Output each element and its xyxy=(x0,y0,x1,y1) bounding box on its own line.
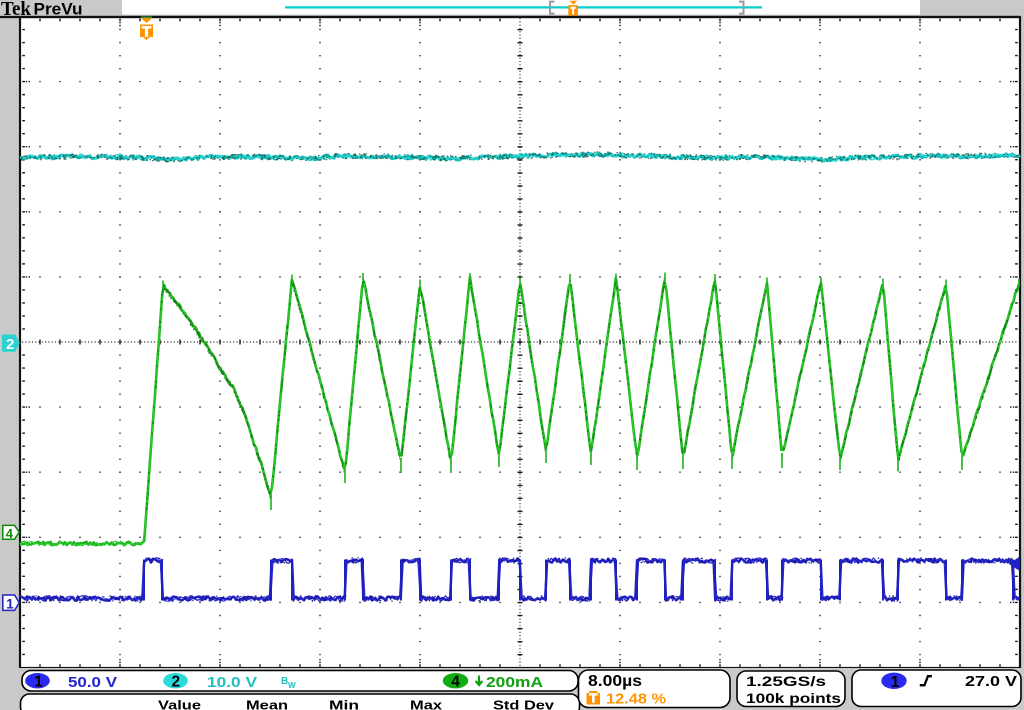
svg-text:8.00µs: 8.00µs xyxy=(588,673,642,690)
svg-text:1: 1 xyxy=(6,596,14,611)
svg-text:50.0 V: 50.0 V xyxy=(68,674,117,691)
svg-text:1: 1 xyxy=(34,674,43,691)
svg-text:4: 4 xyxy=(451,674,460,691)
svg-text:12.48 %: 12.48 % xyxy=(606,692,666,708)
svg-text:200mA: 200mA xyxy=(486,674,543,691)
svg-text:Max: Max xyxy=(410,697,443,710)
svg-text:Mean: Mean xyxy=(246,697,288,710)
svg-text:Value: Value xyxy=(158,697,201,710)
svg-text:1: 1 xyxy=(891,674,900,691)
svg-text:1.25GS/s: 1.25GS/s xyxy=(746,674,826,690)
svg-text:Min: Min xyxy=(329,697,359,710)
svg-text:10.0 V: 10.0 V xyxy=(207,674,257,691)
svg-text:4: 4 xyxy=(6,526,14,541)
svg-text:100k points: 100k points xyxy=(746,691,841,707)
svg-text:W: W xyxy=(288,681,296,690)
svg-text:27.0 V: 27.0 V xyxy=(965,674,1017,690)
svg-text:2: 2 xyxy=(6,336,14,353)
svg-text:2: 2 xyxy=(172,674,181,691)
svg-text:Std Dev: Std Dev xyxy=(493,697,555,710)
